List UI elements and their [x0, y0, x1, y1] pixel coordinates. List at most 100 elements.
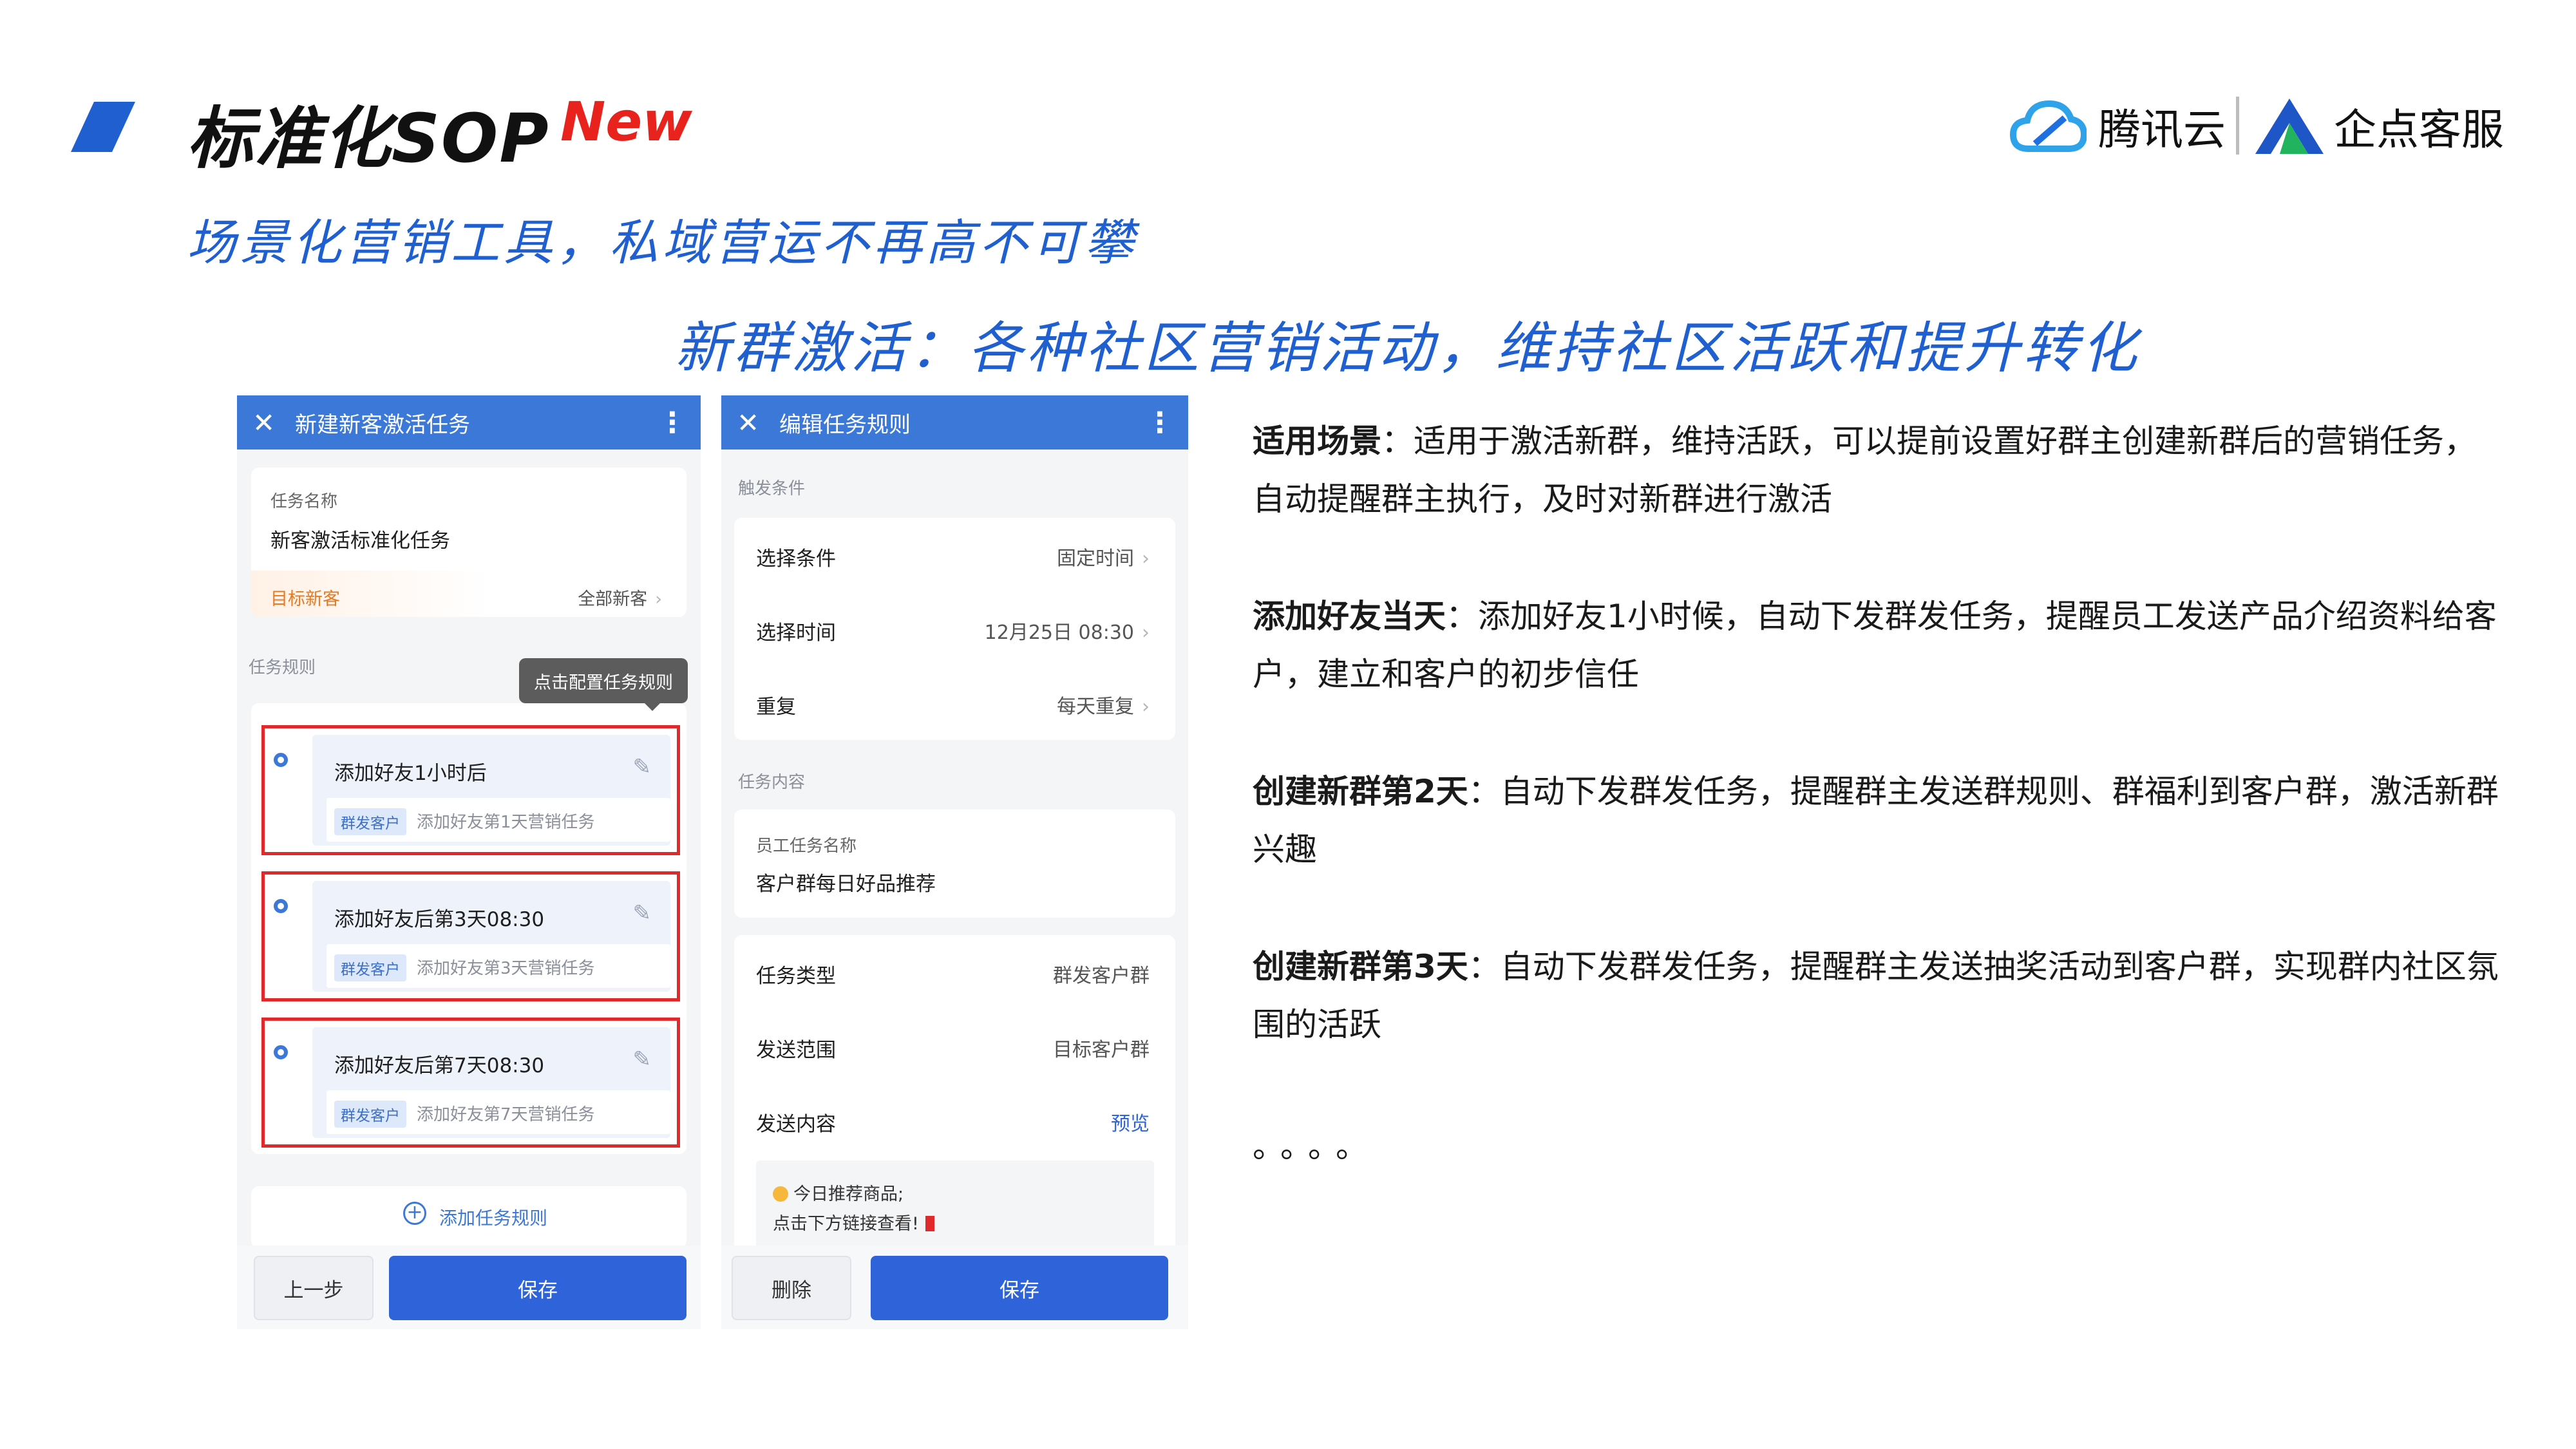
desc-title: 适用场景 [1253, 422, 1381, 460]
phone-edit-rule-screen: ✕ 编辑任务规则 ⋮ 触发条件 选择条件 固定时间 › 选择时间 12月25日 0… [721, 395, 1188, 1245]
target-customer-row[interactable]: 目标新客 全部新客 › [251, 571, 687, 617]
cloud-icon [2009, 100, 2087, 152]
rule-name: 添加好友后第7天08:30 [334, 1054, 545, 1077]
save-button[interactable]: 保存 [389, 1256, 687, 1320]
row-value: 12月25日 08:30 [984, 621, 1134, 644]
rule-tag: 群发客户 [334, 954, 406, 981]
tencent-cloud-logo: 腾讯云 [2009, 95, 2226, 157]
rule-desc: 添加好友第3天营销任务 [417, 959, 595, 978]
add-rule-button[interactable]: + 添加任务规则 [251, 1186, 687, 1245]
timeline-dot-icon [274, 1045, 288, 1059]
plus-circle-icon: + [403, 1202, 426, 1225]
rule-tag: 群发客户 [334, 808, 406, 835]
send-content-row: 发送内容 预览 [734, 1083, 1175, 1157]
task-info-card: 任务名称 新客激活标准化任务 目标新客 全部新客 › [251, 468, 687, 617]
phone2-footer: 删除 保存 [721, 1245, 1188, 1329]
phone1-footer: 上一步 保存 [237, 1245, 701, 1329]
chevron-right-icon: › [1142, 696, 1150, 718]
task-rule-item[interactable]: 添加好友后第7天08:30 ✎ 群发客户 添加好友第7天营销任务 [261, 1018, 680, 1148]
desc-title: 创建新群第2天 [1253, 773, 1468, 810]
desc-title: 添加好友当天 [1253, 598, 1446, 635]
row-value: 每天重复 [1057, 696, 1134, 718]
time-row[interactable]: 选择时间 12月25日 08:30 › [734, 592, 1175, 666]
screen-title: 新建新客激活任务 [295, 412, 470, 438]
row-key: 发送范围 [756, 1039, 836, 1062]
row-key: 发送内容 [756, 1113, 836, 1136]
row-key: 任务类型 [756, 965, 836, 988]
task-type-row[interactable]: 任务类型 群发客户群 [734, 935, 1175, 1009]
rule-desc: 添加好友第7天营销任务 [417, 1105, 595, 1124]
qidian-text: 企点客服 [2334, 105, 2504, 155]
more-vertical-icon[interactable]: ⋮ [658, 406, 687, 439]
day2-description: 创建新群第2天：自动下发群发任务，提醒群主发送群规则、群福利到客户群，激活新群兴… [1253, 762, 2502, 878]
chevron-right-icon: › [655, 589, 662, 609]
repeat-row[interactable]: 重复 每天重复 › [734, 666, 1175, 740]
desc-text: ：适用于激活新群，维持活跃，可以提前设置好群主创建新群后的营销任务，自动提醒群主… [1253, 422, 2476, 518]
rule-name: 添加好友1小时后 [334, 762, 487, 785]
task-name-value[interactable]: 新客激活标准化任务 [270, 524, 450, 553]
delete-button[interactable]: 删除 [732, 1256, 851, 1320]
chevron-right-icon: › [1142, 547, 1150, 570]
phone-new-task-screen: ✕ 新建新客激活任务 ⋮ 任务名称 新客激活标准化任务 目标新客 全部新客 › 任… [237, 395, 701, 1245]
rules-section-label: 任务规则 [249, 658, 316, 677]
app-bar: ✕ 编辑任务规则 ⋮ [721, 395, 1188, 450]
edit-pencil-icon[interactable]: ✎ [633, 900, 652, 926]
rule-name: 添加好友后第3天08:30 [334, 908, 545, 931]
rule-desc: 添加好友第1天营销任务 [417, 813, 595, 832]
row-key: 选择时间 [756, 621, 836, 645]
trigger-card: 选择条件 固定时间 › 选择时间 12月25日 08:30 › 重复 每天重复 › [734, 518, 1175, 740]
task-rule-item[interactable]: 添加好友1小时后 ✎ 群发客户 添加好友第1天营销任务 [261, 725, 680, 855]
desc-title: 创建新群第3天 [1253, 948, 1468, 985]
edit-pencil-icon[interactable]: ✎ [633, 1046, 652, 1072]
day1-description: 添加好友当天：添加好友1小时候，自动下发群发任务，提醒员工发送产品介绍资料给客户… [1253, 587, 2502, 703]
staff-task-label: 员工任务名称 [756, 837, 857, 856]
sun-emoji-icon [773, 1186, 788, 1202]
section-headline: 新群激活：各种社区营销活动，维持社区活跃和提升转化 [675, 316, 2140, 381]
page-title: 标准化SOP [187, 99, 550, 178]
red-envelope-icon [925, 1216, 934, 1231]
tencent-cloud-text: 腾讯云 [2098, 105, 2226, 155]
chevron-right-icon: › [1142, 621, 1150, 644]
staff-task-card[interactable]: 员工任务名称 客户群每日好品推荐 [734, 810, 1175, 918]
prev-step-button[interactable]: 上一步 [254, 1256, 374, 1320]
task-name-label: 任务名称 [270, 492, 338, 511]
screen-title: 编辑任务规则 [779, 412, 911, 438]
brand-slash-mark [71, 102, 135, 152]
row-value: 群发客户群 [1053, 965, 1150, 987]
add-rule-label: 添加任务规则 [439, 1208, 548, 1229]
edit-pencil-icon[interactable]: ✎ [633, 754, 652, 780]
qidian-logo: 企点客服 [2254, 95, 2504, 157]
row-value: 固定时间 [1057, 547, 1134, 570]
trigger-section-label: 触发条件 [738, 479, 806, 498]
more-vertical-icon[interactable]: ⋮ [1146, 406, 1174, 439]
close-icon[interactable]: ✕ [737, 407, 769, 439]
day3-description: 创建新群第3天：自动下发群发任务，提醒群主发送抽奖活动到客户群，实现群内社区氛围… [1253, 938, 2502, 1054]
preview-link[interactable]: 预览 [1111, 1108, 1150, 1136]
staff-task-value: 客户群每日好品推荐 [756, 873, 936, 896]
row-key: 重复 [756, 696, 796, 719]
scenario-description: 适用场景：适用于激活新群，维持活跃，可以提前设置好群主创建新群后的营销任务，自动… [1253, 412, 2502, 528]
page-subtitle: 场景化营销工具，私域营运不再高不可攀 [187, 214, 1137, 271]
timeline-dot-icon [274, 753, 288, 767]
row-value: 目标客户群 [1053, 1039, 1150, 1061]
preview-line-1: 今日推荐商品; [793, 1184, 904, 1204]
qidian-a-icon [2255, 99, 2324, 154]
ellipsis-dots: 。。。。 [1253, 1128, 1379, 1165]
new-badge: New [560, 90, 692, 153]
preview-line-2: 点击下方链接查看! [773, 1214, 919, 1234]
send-settings-card: 任务类型 群发客户群 发送范围 目标客户群 发送内容 预览 今日推荐商品; 点击… [734, 935, 1175, 1245]
timeline-dot-icon [274, 899, 288, 913]
close-icon[interactable]: ✕ [252, 407, 285, 439]
save-button[interactable]: 保存 [871, 1256, 1168, 1320]
logo-divider [2236, 97, 2239, 155]
app-bar: ✕ 新建新客激活任务 ⋮ [237, 395, 701, 450]
config-rule-tooltip: 点击配置任务规则 [519, 658, 688, 711]
row-key: 选择条件 [756, 547, 836, 571]
task-rule-item[interactable]: 添加好友后第3天08:30 ✎ 群发客户 添加好友第3天营销任务 [261, 871, 680, 1001]
send-range-row[interactable]: 发送范围 目标客户群 [734, 1009, 1175, 1083]
content-section-label: 任务内容 [738, 773, 806, 792]
content-preview-box: 今日推荐商品; 点击下方链接查看! [756, 1160, 1154, 1245]
target-label: 目标新客 [270, 589, 340, 609]
rule-tag: 群发客户 [334, 1101, 406, 1128]
condition-row[interactable]: 选择条件 固定时间 › [734, 518, 1175, 592]
